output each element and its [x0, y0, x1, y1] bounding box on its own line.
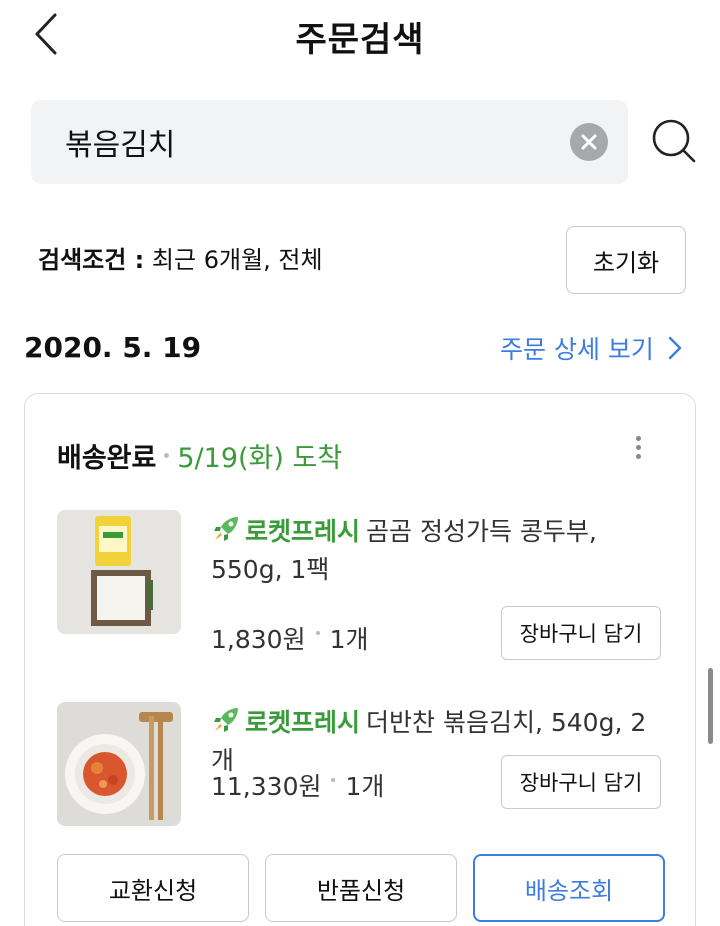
add-to-cart-button[interactable]: 장바구니 담기 [501, 606, 661, 660]
rocket-icon [214, 517, 238, 541]
product-image-tofu[interactable] [57, 510, 181, 634]
order-detail-link[interactable]: 주문 상세 보기 [500, 330, 682, 366]
brand-label: 로켓프레시 [245, 708, 361, 737]
scrollbar[interactable] [708, 668, 713, 744]
tofu-image [57, 510, 181, 634]
separator-dot [164, 453, 170, 458]
separator-dot [315, 631, 320, 635]
status-label: 배송완료 [57, 443, 157, 474]
close-icon [581, 134, 597, 150]
order-card: 배송완료 5/19(화) 도착 로켓프레시 곰곰 정성가득 콩두부, 550g, … [24, 393, 696, 926]
more-dot [635, 436, 641, 441]
product-price: 11,330원 [211, 772, 322, 801]
conditions-label: 검색조건 : [38, 246, 145, 274]
more-options-button[interactable] [625, 432, 651, 472]
search-box [31, 100, 628, 184]
search-button[interactable] [648, 115, 700, 167]
product-image-kimchi[interactable] [57, 702, 181, 826]
arrival-date: 5/19(화) 도착 [177, 443, 343, 474]
search-conditions: 검색조건 : 최근 6개월, 전체 [38, 240, 323, 275]
delivery-status: 배송완료 5/19(화) 도착 [57, 436, 342, 475]
clear-search-button[interactable] [570, 123, 608, 161]
product-quantity: 1개 [345, 772, 385, 801]
search-icon [652, 119, 696, 163]
page-title: 주문검색 [295, 20, 425, 60]
kimchi-image [57, 702, 181, 826]
more-dot [635, 454, 641, 459]
product-price: 1,830원 [211, 625, 306, 654]
product-quantity: 1개 [329, 625, 369, 654]
chevron-right-icon [668, 336, 682, 360]
brand-label: 로켓프레시 [245, 517, 361, 546]
reset-button[interactable]: 초기화 [566, 226, 686, 294]
more-dot [635, 445, 641, 450]
price-row: 11,330원 1개 [211, 767, 384, 803]
separator-dot [331, 778, 336, 782]
order-detail-label: 주문 상세 보기 [500, 335, 654, 364]
header: 주문검색 [0, 0, 720, 72]
order-date: 2020. 5. 19 [24, 331, 202, 364]
add-to-cart-button[interactable]: 장바구니 담기 [501, 755, 661, 809]
price-row: 1,830원 1개 [211, 620, 368, 656]
search-input[interactable] [65, 118, 545, 166]
return-request-button[interactable]: 반품신청 [265, 854, 457, 922]
product-title[interactable]: 로켓프레시 곰곰 정성가득 콩두부, 550g, 1팩 [211, 513, 667, 589]
exchange-request-button[interactable]: 교환신청 [57, 854, 249, 922]
conditions-value: 최근 6개월, 전체 [151, 246, 323, 274]
track-delivery-button[interactable]: 배송조회 [473, 854, 665, 922]
rocket-icon [214, 708, 238, 732]
